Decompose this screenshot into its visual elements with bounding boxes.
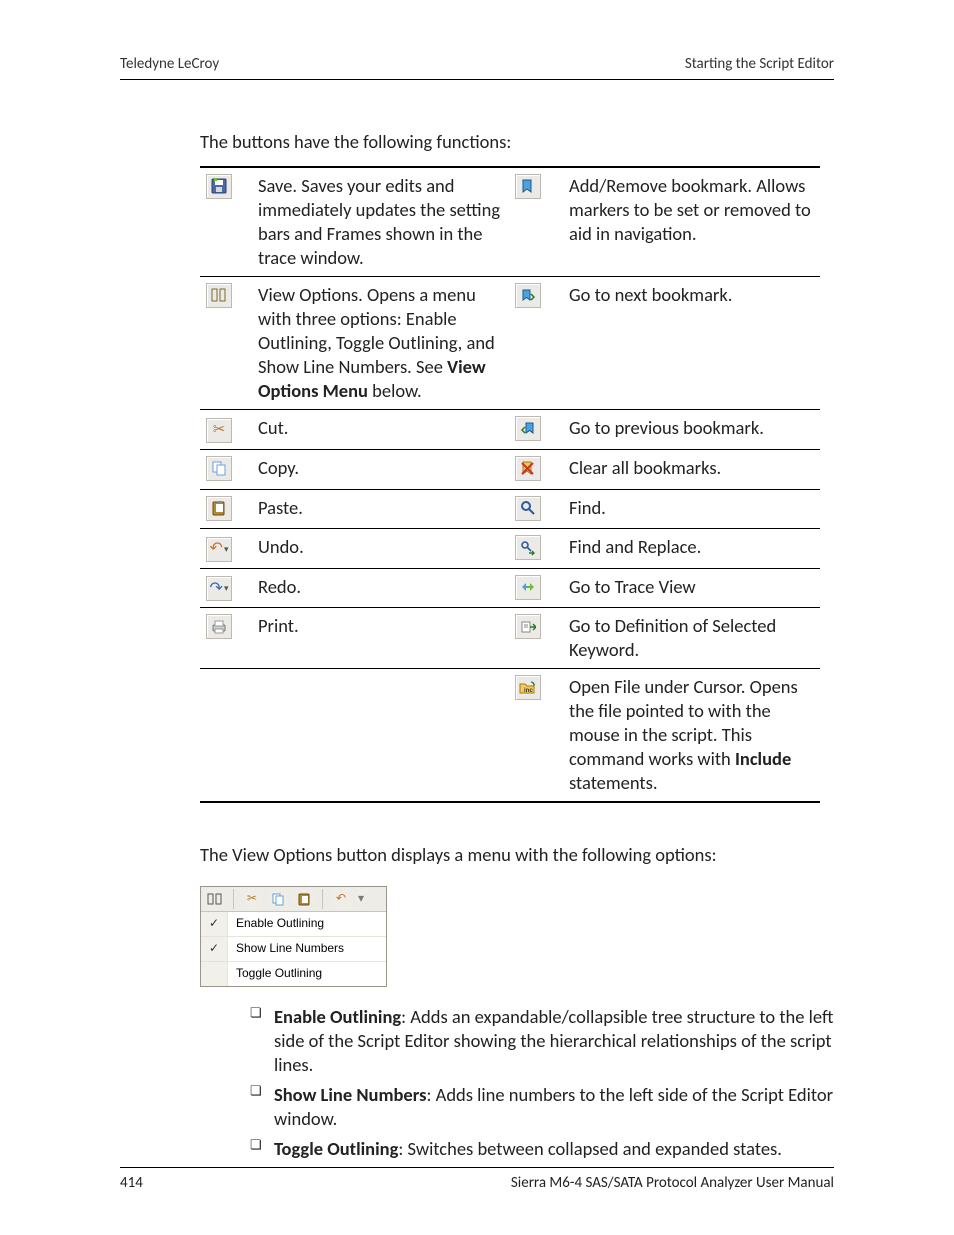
view-options-icon [205, 889, 225, 909]
table-row: View Options. Opens a menu with three op… [200, 276, 820, 409]
intro-text: The buttons have the following functions… [200, 130, 834, 154]
table-row: Paste. Find. [200, 489, 820, 529]
cut-icon: ✂ [242, 889, 262, 909]
open-include-icon: inc [515, 675, 541, 700]
right-description: Go to Definition of Selected Keyword. [563, 608, 820, 669]
left-description: Cut. [252, 409, 509, 449]
table-row: inc Open File under Cursor. Opens the fil… [200, 669, 820, 803]
view-options-bullets: Enable Outlining: Adds an expandable/col… [250, 1005, 834, 1161]
goto-trace-icon [515, 575, 541, 600]
undo-icon: ↶▾ [206, 537, 232, 562]
copy-icon [268, 889, 288, 909]
check-icon: ✓ [201, 937, 228, 961]
right-description: Clear all bookmarks. [563, 449, 820, 489]
find-icon [515, 496, 541, 521]
list-item: Show Line Numbers: Adds line numbers to … [250, 1083, 834, 1131]
manual-title-footer: Sierra M6-4 SAS/SATA Protocol Analyzer U… [511, 1174, 834, 1194]
check-icon [201, 962, 228, 986]
bookmark-prev-icon [515, 416, 541, 441]
menu-item[interactable]: Toggle Outlining [201, 962, 386, 986]
table-row: ↶▾ Undo. Find and Replace. [200, 529, 820, 569]
table-row: ✂ Cut. Go to previous bookmark. [200, 409, 820, 449]
table-row: Save. Saves your edits and immediately u… [200, 167, 820, 277]
copy-icon [206, 456, 232, 481]
bookmark-clear-icon [515, 456, 541, 481]
list-item: Enable Outlining: Adds an expandable/col… [250, 1005, 834, 1077]
view-options-intro: The View Options button displays a menu … [200, 843, 834, 867]
find-replace-icon [515, 535, 541, 560]
redo-icon: ↷▾ [206, 576, 232, 601]
dropdown-caret-icon: ▾ [357, 889, 365, 909]
left-description: Save. Saves your edits and immediately u… [252, 167, 509, 277]
goto-definition-icon [515, 614, 541, 639]
left-description [252, 669, 509, 803]
left-description: Undo. [252, 529, 509, 569]
left-description: Paste. [252, 489, 509, 529]
bookmark-add-icon [515, 174, 541, 199]
right-description: Find. [563, 489, 820, 529]
left-description: Redo. [252, 568, 509, 608]
button-functions-table: Save. Saves your edits and immediately u… [200, 166, 820, 804]
right-description: Go to previous bookmark. [563, 409, 820, 449]
undo-icon: ↶ [331, 889, 351, 909]
right-description: Add/Remove bookmark. Allows markers to b… [563, 167, 820, 277]
menu-toolbar: ✂ ↶ ▾ [201, 887, 386, 912]
menu-item[interactable]: ✓Enable Outlining [201, 912, 386, 937]
menu-item[interactable]: ✓Show Line Numbers [201, 937, 386, 962]
page-number: 414 [120, 1174, 143, 1194]
table-row: Copy. Clear all bookmarks. [200, 449, 820, 489]
left-description: Copy. [252, 449, 509, 489]
menu-item-label: Enable Outlining [228, 916, 324, 932]
table-row: ↷▾ Redo. Go to Trace View [200, 568, 820, 608]
paste-icon [206, 496, 232, 521]
left-description: View Options. Opens a menu with three op… [252, 276, 509, 409]
list-item: Toggle Outlining: Switches between colla… [250, 1137, 834, 1161]
right-description: Open File under Cursor. Opens the file p… [563, 669, 820, 803]
header-right: Starting the Script Editor [685, 55, 834, 75]
paste-icon [294, 889, 314, 909]
print-icon [206, 614, 232, 639]
left-description: Print. [252, 608, 509, 669]
cut-icon: ✂ [206, 418, 232, 443]
menu-item-label: Toggle Outlining [228, 966, 322, 982]
bookmark-next-icon [515, 283, 541, 308]
header-left: Teledyne LeCroy [120, 55, 219, 75]
right-description: Go to next bookmark. [563, 276, 820, 409]
check-icon: ✓ [201, 912, 228, 936]
view-options-menu-screenshot: ✂ ↶ ▾ ✓Enable Outlining✓Show Line Number… [200, 886, 387, 987]
menu-item-label: Show Line Numbers [228, 941, 344, 957]
right-description: Go to Trace View [563, 568, 820, 608]
table-row: Print. Go to Definition of Selected Keywo… [200, 608, 820, 669]
svg-text:inc: inc [524, 688, 533, 694]
view-options-icon [206, 283, 232, 308]
save-icon [206, 174, 232, 199]
right-description: Find and Replace. [563, 529, 820, 569]
